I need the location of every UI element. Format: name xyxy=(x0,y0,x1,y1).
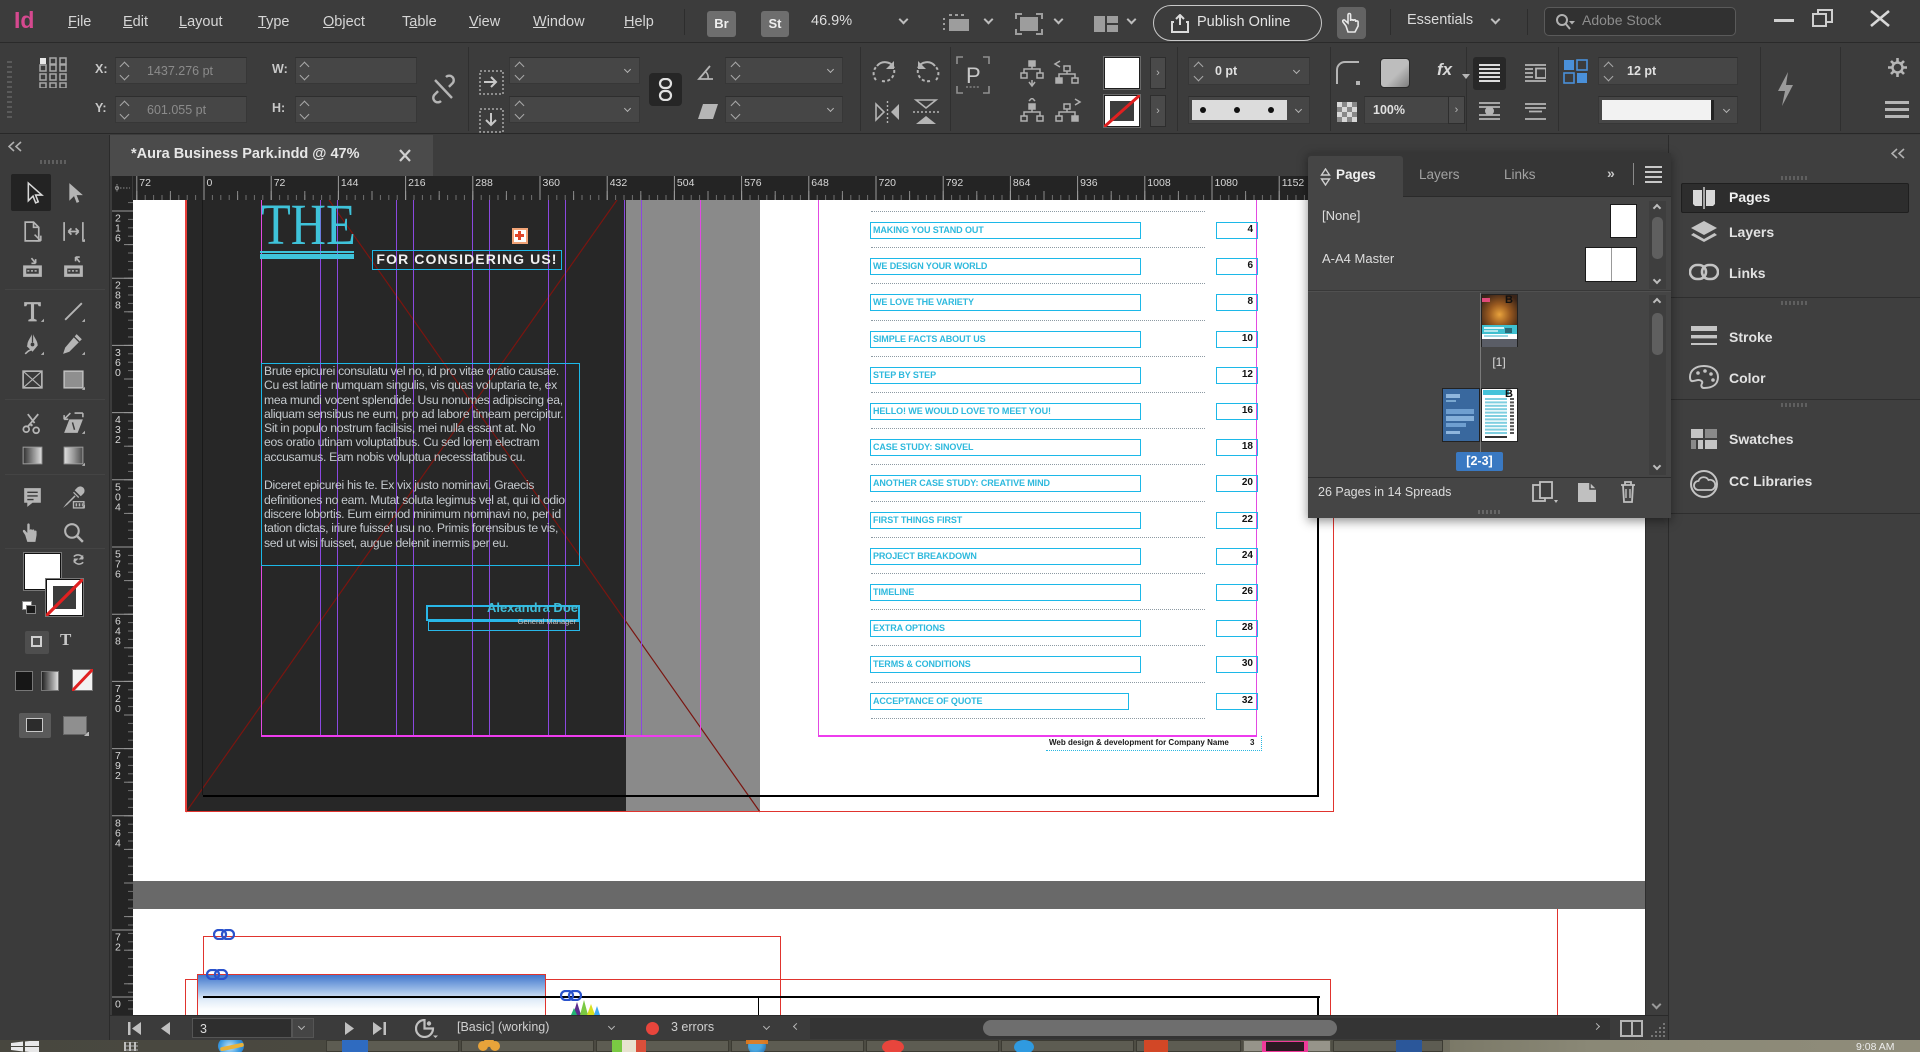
svg-text:144: 144 xyxy=(341,177,359,189)
svg-text:936: 936 xyxy=(1080,177,1098,189)
svg-text:288: 288 xyxy=(475,177,493,189)
svg-text:0: 0 xyxy=(115,367,121,379)
svg-text:2: 2 xyxy=(115,434,121,446)
svg-text:6: 6 xyxy=(115,233,121,245)
svg-text:4: 4 xyxy=(115,501,121,513)
svg-text:216: 216 xyxy=(408,177,426,189)
svg-text:2: 2 xyxy=(115,942,121,954)
svg-text:0: 0 xyxy=(115,999,121,1011)
svg-text:6: 6 xyxy=(115,569,121,581)
svg-text:72: 72 xyxy=(274,177,286,189)
svg-text:576: 576 xyxy=(744,177,762,189)
svg-text:792: 792 xyxy=(946,177,964,189)
svg-text:1080: 1080 xyxy=(1215,177,1239,189)
svg-text:0: 0 xyxy=(115,703,121,715)
svg-text:8: 8 xyxy=(115,300,121,312)
svg-text:1152: 1152 xyxy=(1282,177,1305,189)
svg-text:720: 720 xyxy=(879,177,897,189)
svg-text:432: 432 xyxy=(610,177,628,189)
svg-text:72: 72 xyxy=(139,177,151,189)
svg-text:1008: 1008 xyxy=(1147,177,1171,189)
svg-text:360: 360 xyxy=(543,177,561,189)
svg-text:0: 0 xyxy=(207,177,213,189)
svg-text:8: 8 xyxy=(115,636,121,648)
svg-text:648: 648 xyxy=(811,177,829,189)
svg-text:504: 504 xyxy=(677,177,695,189)
svg-text:4: 4 xyxy=(115,837,121,849)
svg-text:864: 864 xyxy=(1013,177,1031,189)
svg-text:P: P xyxy=(966,63,981,88)
svg-text:2: 2 xyxy=(115,770,121,782)
